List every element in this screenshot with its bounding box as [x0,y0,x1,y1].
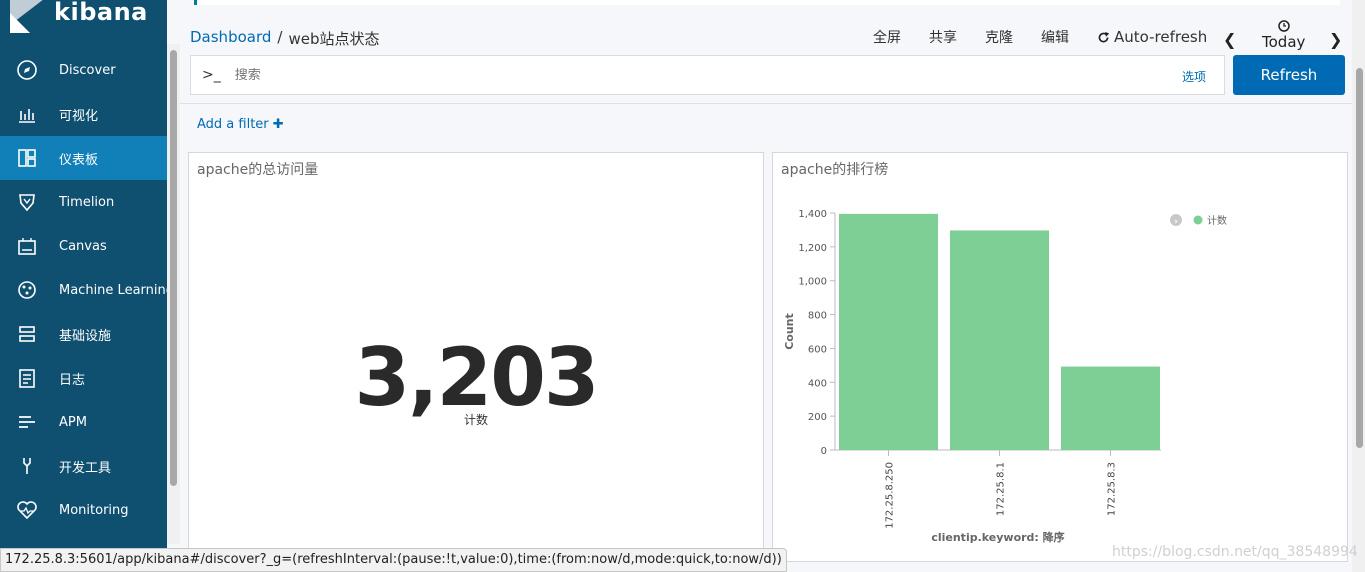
sidebar-item-label: 可视化 [59,108,99,124]
dashboard-header: Dashboard / web站点状态 全屏 共享 克隆 编辑 Auto-ref… [180,20,1352,54]
sidebar-item-label: Discover [59,62,116,78]
bar-chart-panel: apache的排行榜 0 200 400 600 800 1,000 1,200 1,400 C… [772,152,1348,562]
logs-icon [16,367,38,389]
sidebar-item-label: 日志 [59,372,86,388]
refresh-icon [1098,31,1110,42]
sidebar-item-label: Monitoring [59,502,129,518]
auto-refresh-label: Auto-refresh [1114,28,1208,46]
sidebar-item-compass[interactable]: Discover [0,48,167,92]
sidebar-nav: Discover 可视化仪表板 Timelion Canvas Machine Lear… [0,48,174,532]
canvas-icon [16,235,38,257]
legend-label[interactable]: 计数 [1207,214,1227,227]
sidebar-scrollbar-thumb[interactable] [170,50,177,486]
status-url-tooltip: 172.25.8.3:5601/app/kibana#/discover?_g=… [0,548,787,572]
metric-panel-title: apache的总访问量 [197,162,319,178]
visualize-icon [16,103,38,125]
page-scrollbar-thumb[interactable] [1356,68,1363,448]
breadcrumb-dashboard-link[interactable]: Dashboard [190,28,271,49]
sidebar-item-label: Machine Learning [59,282,174,298]
monitoring-icon [16,499,38,521]
breadcrumb-separator: / [277,28,283,46]
y-axis-label: Count [783,313,796,350]
sidebar-item-infrastructure[interactable]: 基础设施 [0,312,167,356]
sidebar-item-apm[interactable]: APM [0,400,167,444]
query-bar: >_ 选项 [190,55,1225,95]
sidebar-item-dashboard[interactable]: 仪表板 [0,136,167,180]
x-axis-label: clientip.keyword: 降序 [931,530,1064,544]
x-tick-label: 172.25.8.1 [996,462,1007,516]
y-tick-label: 1,000 [798,277,827,288]
refresh-button[interactable]: Refresh [1233,55,1345,95]
bar[interactable] [950,230,1049,450]
plus-icon: ✚ [272,117,284,132]
y-tick-label: 400 [808,378,827,389]
time-picker-button[interactable]: Today [1262,20,1305,51]
sidebar-item-logs[interactable]: 日志 [0,356,167,400]
query-prompt-icon: >_ [202,67,221,83]
add-filter-label: Add a filter [197,117,269,132]
y-tick-label: 1,400 [798,209,827,220]
breadcrumb-current: web站点状态 [288,30,380,48]
chevron-right-icon[interactable]: ❯ [1329,30,1342,49]
sidebar-item-timelion[interactable]: Timelion [0,180,167,224]
sidebar-item-label: 仪表板 [59,152,99,168]
breadcrumb: Dashboard / web站点状态 [190,28,379,49]
y-tick-label: 800 [808,311,827,322]
fullscreen-button[interactable]: 全屏 [873,27,901,47]
watermark: https://blog.csdn.net/qq_38548994 [1112,544,1358,560]
bar[interactable] [839,213,938,450]
metric-label: 计数 [463,413,488,427]
auto-refresh-button[interactable]: Auto-refresh [1097,28,1207,46]
clone-button[interactable]: 克隆 [985,27,1013,47]
dev-tools-icon [16,455,38,477]
bar-chart: 0 200 400 600 800 1,000 1,200 1,400 Count 172.25.… [783,209,1227,544]
y-tick-label: 600 [808,344,827,355]
search-input[interactable] [234,67,1135,83]
clock-icon [1277,20,1290,32]
machine-learning-icon [16,279,38,301]
apm-icon [16,411,38,433]
y-tick-label: 0 [821,446,827,457]
chevron-left-icon[interactable]: ❮ [1223,30,1236,49]
sidebar-item-label: Timelion [59,194,115,210]
compass-icon [16,59,38,81]
sidebar-item-label: 开发工具 [59,460,112,476]
time-picker-label: Today [1262,33,1306,51]
y-tick-label: 200 [808,412,827,423]
legend-chevron-icon: › [1174,217,1178,227]
dashboard-icon [16,147,38,169]
add-filter-button[interactable]: Add a filter ✚ [197,117,284,132]
metric-panel: apache的总访问量 3,203 计数 [188,152,764,562]
legend-swatch [1193,215,1203,225]
x-tick-label: 172.25.8.250 [885,462,896,529]
top-banner-edge [194,0,1340,5]
sidebar: kibana Discover 可视化仪表板 Timelion Canvas Machi… [0,0,174,572]
sidebar-item-dev-tools[interactable]: 开发工具 [0,444,167,488]
edit-button[interactable]: 编辑 [1041,27,1069,47]
sidebar-item-machine-learning[interactable]: Machine Learning [0,268,174,312]
kibana-logo-icon [10,0,43,33]
y-tick-label: 1,200 [798,243,827,254]
share-button[interactable]: 共享 [929,27,957,47]
sidebar-item-canvas[interactable]: Canvas [0,224,167,268]
filter-bar: Add a filter ✚ [180,103,1352,145]
x-tick-label: 172.25.8.3 [1107,462,1118,516]
timelion-icon [16,191,38,213]
kibana-logo[interactable]: kibana [0,0,167,44]
sidebar-item-label: 基础设施 [59,328,112,344]
kibana-brand: kibana [54,0,148,26]
sidebar-item-visualize[interactable]: 可视化 [0,92,167,136]
sidebar-item-label: APM [59,414,87,430]
bar[interactable] [1061,366,1160,450]
sidebar-item-monitoring[interactable]: Monitoring [0,488,167,532]
sidebar-item-label: Canvas [59,238,107,254]
top-menu: 全屏 共享 克隆 编辑 Auto-refresh [873,27,1207,47]
infrastructure-icon [16,323,38,345]
query-options-button[interactable]: 选项 [1182,68,1206,85]
